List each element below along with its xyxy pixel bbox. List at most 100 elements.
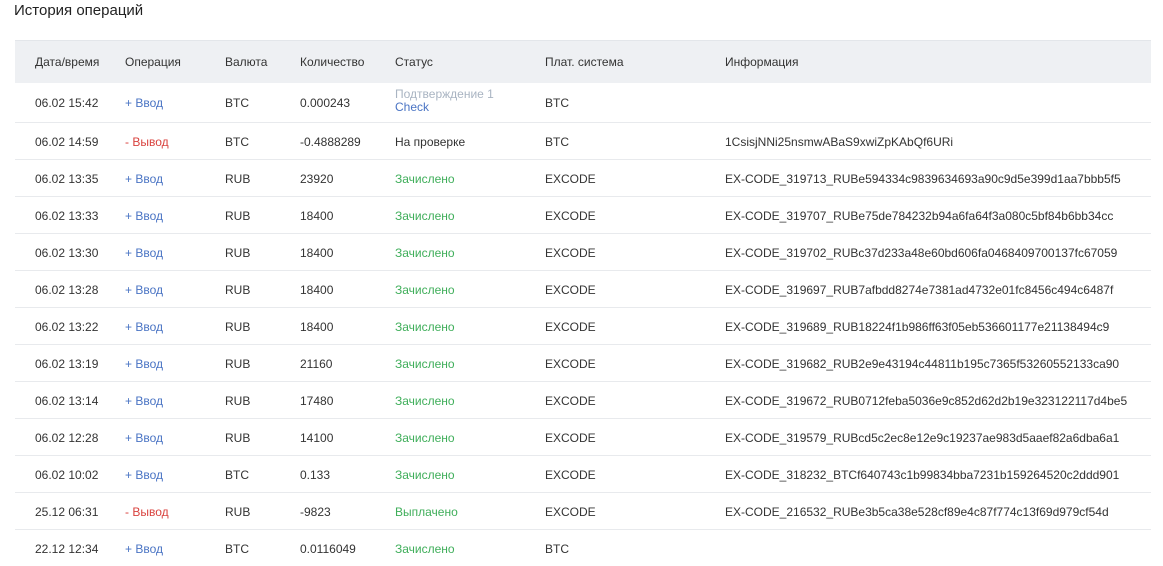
cell-operation: + Ввод (125, 357, 163, 371)
cell-date: 25.12 06:31 (35, 505, 99, 519)
cell-date: 06.02 12:28 (35, 431, 99, 445)
cell-pay-system: EXCODE (545, 468, 596, 482)
cell-currency: RUB (225, 431, 251, 445)
cell-currency: RUB (225, 357, 251, 371)
cell-pay-system: EXCODE (545, 320, 596, 334)
table-row: 06.02 13:30 + Ввод RUB 18400 Зачислено EXCODE… (15, 234, 1151, 271)
cell-information: EX-CODE_216532_RUBe3b5ca38e528cf89e4c87f… (725, 505, 1109, 519)
cell-pay-system: EXCODE (545, 431, 596, 445)
header-pay-system: Плат. система (545, 55, 624, 69)
cell-currency: RUB (225, 320, 251, 334)
cell-operation: + Ввод (125, 209, 163, 223)
cell-status: Зачислено (395, 468, 455, 482)
cell-currency: BTC (225, 135, 249, 149)
page-title: История операций (14, 2, 144, 19)
cell-status: Выплачено (395, 505, 458, 519)
cell-operation: + Ввод (125, 246, 163, 260)
cell-date: 06.02 13:19 (35, 357, 99, 371)
cell-operation: + Ввод (125, 431, 163, 445)
cell-date: 22.12 12:34 (35, 542, 99, 556)
cell-amount: 0.0116049 (300, 542, 356, 556)
cell-pay-system: EXCODE (545, 209, 596, 223)
cell-information: EX-CODE_319689_RUB18224f1b986ff63f05eb53… (725, 320, 1110, 334)
cell-amount: 18400 (300, 246, 334, 260)
cell-information: EX-CODE_319697_RUB7afbdd8274e7381ad4732e… (725, 283, 1114, 297)
cell-information: EX-CODE_319682_RUB2e9e43194c44811b195c73… (725, 357, 1120, 371)
cell-information: EX-CODE_319702_RUBc37d233a48e60bd606fa04… (725, 246, 1118, 260)
cell-information: EX-CODE_319707_RUBe75de784232b94a6fa64f3… (725, 209, 1114, 223)
cell-status: На проверке (395, 135, 466, 149)
cell-status: Зачислено (395, 542, 455, 556)
cell-currency: RUB (225, 172, 251, 186)
cell-status: Зачислено (395, 246, 455, 260)
cell-currency: BTC (225, 96, 249, 110)
table-row: 06.02 13:19 + Ввод RUB 21160 Зачислено EXCODE… (15, 345, 1151, 382)
cell-date: 06.02 13:35 (35, 172, 99, 186)
cell-pay-system: EXCODE (545, 246, 596, 260)
cell-amount: 18400 (300, 320, 334, 334)
cell-pay-system: EXCODE (545, 172, 596, 186)
check-link[interactable]: Check (395, 101, 494, 114)
cell-amount: 14100 (300, 431, 334, 445)
table-row: 06.02 14:59 - Вывод BTC -0.4888289 На провер… (15, 123, 1151, 160)
header-status: Статус (395, 55, 433, 69)
cell-operation: - Вывод (125, 135, 169, 149)
cell-amount: 21160 (300, 357, 333, 371)
cell-currency: RUB (225, 394, 251, 408)
cell-pay-system: EXCODE (545, 505, 596, 519)
header-operation: Операция (125, 55, 181, 69)
table-row: 06.02 12:28 + Ввод RUB 14100 Зачислено EXCODE… (15, 419, 1151, 456)
table-row: 06.02 13:28 + Ввод RUB 18400 Зачислено EXCODE… (15, 271, 1151, 308)
cell-status: Зачислено (395, 320, 455, 334)
cell-amount: 23920 (300, 172, 334, 186)
cell-operation: + Ввод (125, 96, 163, 110)
cell-status: Подтверждение 1 Check (395, 88, 494, 114)
cell-information: EX-CODE_319579_RUBcd5c2ec8e12e9c19237ae9… (725, 431, 1120, 445)
cell-date: 06.02 13:33 (35, 209, 99, 223)
cell-currency: RUB (225, 283, 251, 297)
cell-pay-system: BTC (545, 135, 569, 149)
cell-date: 06.02 15:42 (35, 96, 99, 110)
table-row: 22.12 12:34 + Ввод BTC 0.0116049 Зачислено BT… (15, 530, 1151, 566)
cell-amount: 18400 (300, 283, 334, 297)
cell-status: Зачислено (395, 357, 455, 371)
cell-date: 06.02 13:30 (35, 246, 99, 260)
cell-date: 06.02 10:02 (35, 468, 99, 482)
cell-amount: 17480 (300, 394, 334, 408)
cell-pay-system: EXCODE (545, 283, 596, 297)
cell-information: 1CsisjNNi25nsmwABaS9xwiZpKAbQf6URi (725, 135, 954, 149)
cell-operation: + Ввод (125, 172, 163, 186)
table-header: Дата/время Операция Валюта Количество Ст… (15, 40, 1151, 83)
cell-status: Зачислено (395, 394, 455, 408)
cell-operation: - Вывод (125, 505, 169, 519)
cell-operation: + Ввод (125, 542, 163, 556)
cell-amount: -0.4888289 (300, 135, 361, 149)
header-information: Информация (725, 55, 799, 69)
header-amount: Количество (300, 55, 365, 69)
cell-date: 06.02 13:28 (35, 283, 99, 297)
cell-amount: 0.000243 (300, 96, 351, 110)
cell-operation: + Ввод (125, 283, 163, 297)
cell-status: Зачислено (395, 431, 455, 445)
cell-information: EX-CODE_319672_RUB0712feba5036e9c852d62d… (725, 394, 1128, 408)
table-body: 06.02 15:42 + Ввод BTC 0.000243 Подтверждени… (15, 83, 1151, 566)
header-date: Дата/время (35, 55, 100, 69)
operations-table: Дата/время Операция Валюта Количество Ст… (15, 40, 1151, 566)
cell-status: Зачислено (395, 172, 455, 186)
table-row: 25.12 06:31 - Вывод RUB -9823 Выплачено EXCOD… (15, 493, 1151, 530)
cell-operation: + Ввод (125, 320, 163, 334)
cell-information: EX-CODE_318232_BTCf640743c1b99834bba7231… (725, 468, 1120, 482)
cell-currency: RUB (225, 209, 251, 223)
cell-information: EX-CODE_319713_RUBe594334c9839634693a90c… (725, 172, 1121, 186)
cell-date: 06.02 13:14 (35, 394, 99, 408)
cell-status: Зачислено (395, 209, 455, 223)
cell-date: 06.02 13:22 (35, 320, 99, 334)
cell-pay-system: BTC (545, 542, 569, 556)
table-row: 06.02 10:02 + Ввод BTC 0.133 Зачислено EXCODE… (15, 456, 1151, 493)
table-row: 06.02 13:35 + Ввод RUB 23920 Зачислено EXCODE… (15, 160, 1151, 197)
table-row: 06.02 13:14 + Ввод RUB 17480 Зачислено EXCODE… (15, 382, 1151, 419)
table-row: 06.02 15:42 + Ввод BTC 0.000243 Подтверждени… (15, 83, 1151, 123)
table-row: 06.02 13:22 + Ввод RUB 18400 Зачислено EXCODE… (15, 308, 1151, 345)
cell-amount: -9823 (300, 505, 331, 519)
cell-amount: 18400 (300, 209, 334, 223)
